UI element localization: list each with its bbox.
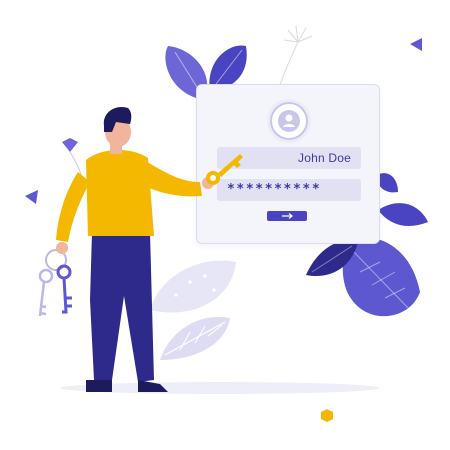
login-card: John Doe **********	[196, 84, 380, 244]
password-field[interactable]: **********	[217, 179, 361, 201]
triangle-decor-left	[25, 190, 38, 204]
avatar	[270, 102, 308, 140]
triangle-decor-right	[410, 38, 422, 51]
small-flower	[62, 138, 83, 179]
hexagon-decor	[321, 409, 333, 422]
pale-leaves	[150, 260, 236, 360]
user-icon	[278, 110, 300, 132]
submit-button[interactable]	[267, 211, 307, 221]
arrow-right-icon	[282, 213, 293, 219]
username-value: John Doe	[298, 151, 351, 165]
illustration: John Doe **********	[0, 0, 450, 450]
password-value: **********	[227, 182, 322, 197]
dandelion	[279, 25, 313, 86]
username-field[interactable]: John Doe	[217, 147, 361, 169]
ground-shadow	[60, 382, 380, 394]
